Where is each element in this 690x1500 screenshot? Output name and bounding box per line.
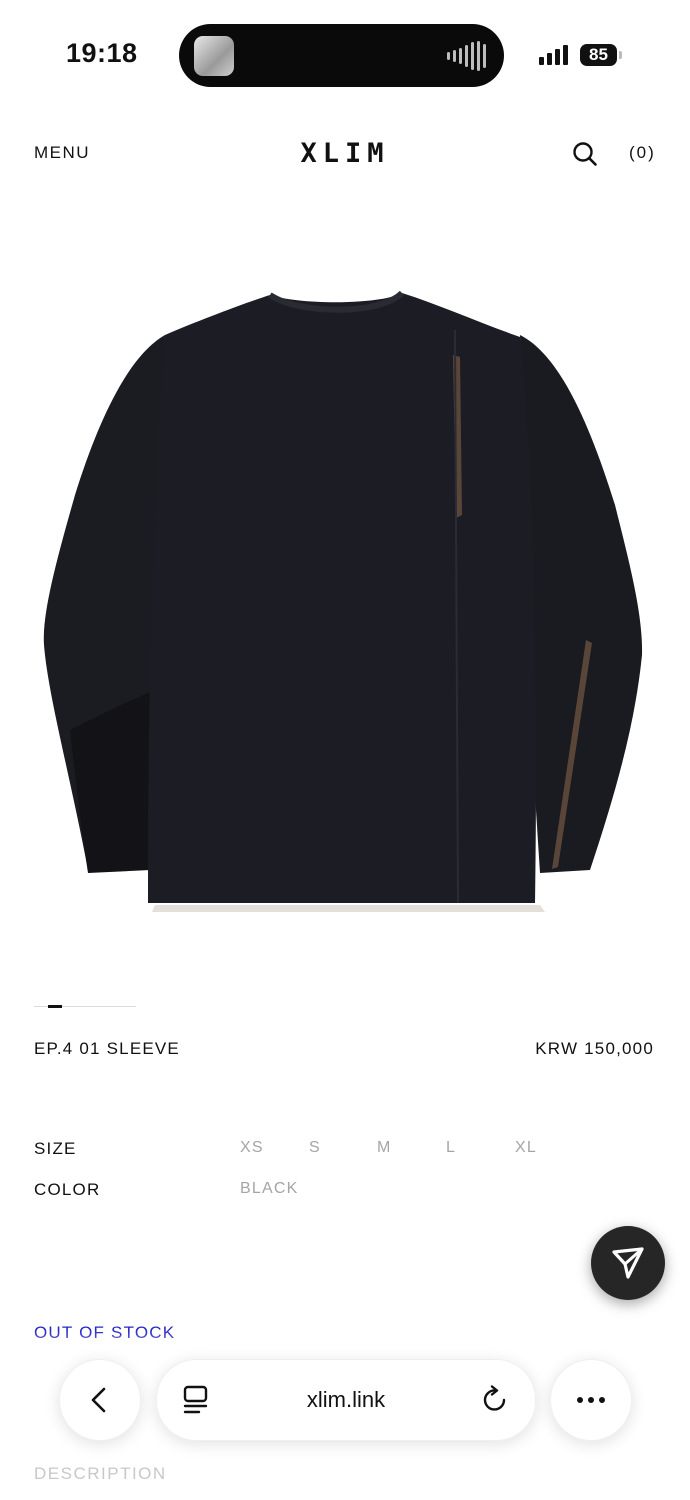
send-button[interactable] [591, 1226, 665, 1300]
size-option-m[interactable]: M [377, 1139, 392, 1157]
product-image[interactable] [30, 275, 660, 935]
size-option-l[interactable]: L [446, 1139, 456, 1157]
image-slider-indicator [48, 1005, 62, 1008]
color-option-black[interactable]: BLACK [240, 1180, 298, 1198]
size-label: SIZE [34, 1139, 77, 1158]
battery-tip [619, 51, 622, 59]
dynamic-island[interactable] [179, 24, 504, 87]
audio-wave-icon [447, 41, 486, 71]
color-label: COLOR [34, 1180, 101, 1199]
now-playing-thumbnail [194, 36, 234, 76]
back-button[interactable] [59, 1359, 141, 1441]
more-icon [577, 1397, 605, 1403]
more-button[interactable] [550, 1359, 632, 1441]
black-long-sleeve-shirt-image [43, 290, 643, 912]
cart-count[interactable]: (0) [629, 143, 656, 163]
send-icon [612, 1247, 644, 1279]
product-price: KRW 150,000 [535, 1039, 654, 1058]
reload-icon[interactable] [480, 1385, 510, 1415]
description-heading[interactable]: DESCRIPTION [34, 1464, 167, 1484]
address-bar[interactable]: xlim.link [156, 1359, 536, 1441]
size-option-xs[interactable]: XS [240, 1139, 264, 1157]
size-option-s[interactable]: S [309, 1139, 321, 1157]
url-text[interactable]: xlim.link [157, 1387, 535, 1413]
product-name: EP.4 01 SLEEVE [34, 1039, 180, 1058]
chevron-left-icon [91, 1387, 106, 1413]
signal-icon [539, 45, 568, 65]
search-icon[interactable] [571, 140, 599, 168]
size-option-xl[interactable]: XL [515, 1139, 537, 1157]
status-time: 19:18 [66, 38, 138, 68]
battery-icon: 85 [580, 44, 617, 66]
